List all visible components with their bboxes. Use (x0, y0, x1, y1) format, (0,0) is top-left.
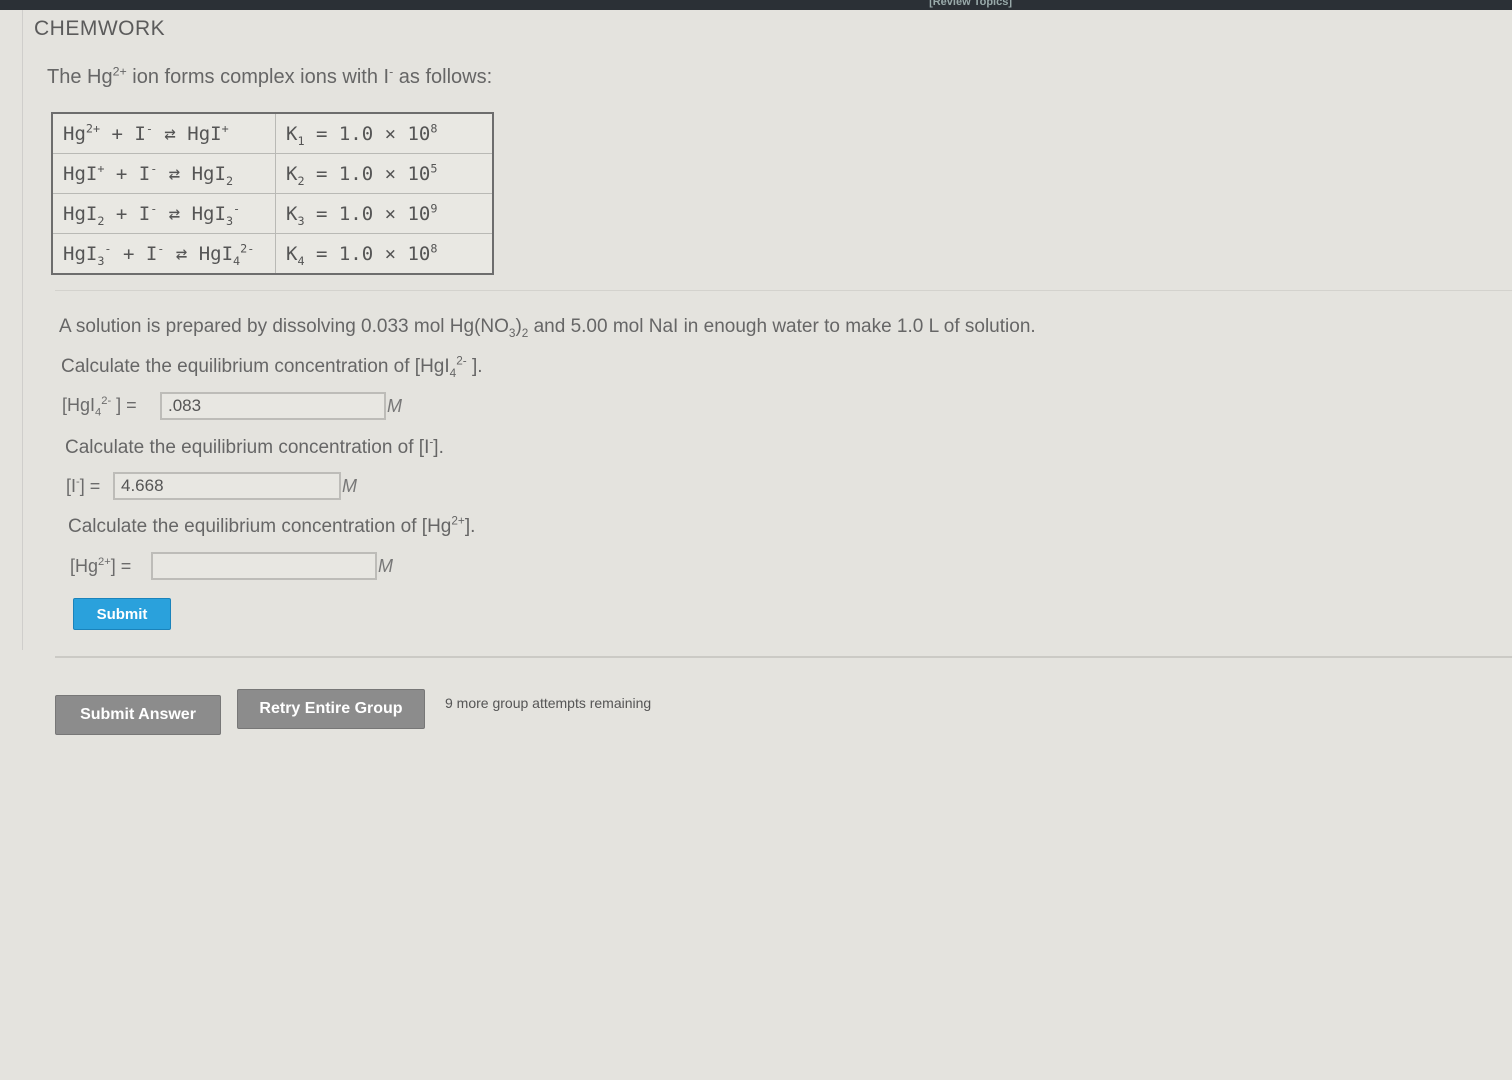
question-hg: Calculate the equilibrium concentration … (68, 514, 476, 537)
attempts-remaining: 9 more group attempts remaining (445, 695, 652, 711)
unit-label: M (387, 396, 402, 416)
table-row: HgI2 + I- ⇄ HgI3- K3 = 1.0 × 109 (51, 193, 494, 234)
answer-label-iodide: [I-] = (66, 476, 101, 496)
review-topics-link[interactable]: [Review Topics] (929, 0, 1012, 8)
top-bar: [Review Topics] (0, 0, 1512, 10)
table-row: HgI3- + I- ⇄ HgI42- K4 = 1.0 × 108 (51, 233, 494, 275)
question-hgi4: Calculate the equilibrium concentration … (61, 354, 483, 380)
reaction-cell: Hg2+ + I- ⇄ HgI+ (51, 112, 276, 154)
table-row: Hg2+ + I- ⇄ HgI+ K1 = 1.0 × 108 (51, 112, 494, 154)
k-cell: K3 = 1.0 × 109 (275, 193, 494, 234)
answer-label-hg: [Hg2+] = (70, 556, 132, 576)
page-title: CHEMWORK (34, 17, 166, 40)
reaction-cell: HgI3- + I- ⇄ HgI42- (51, 233, 276, 275)
answer-label-hgi4: [HgI42- ] = (62, 395, 137, 419)
reaction-cell: HgI+ + I- ⇄ HgI2 (51, 153, 276, 194)
intro-text: The Hg2+ ion forms complex ions with I- … (47, 64, 493, 88)
equilibria-table: Hg2+ + I- ⇄ HgI+ K1 = 1.0 × 108 HgI+ + I… (51, 112, 494, 275)
question-iodide: Calculate the equilibrium concentration … (65, 435, 444, 458)
retry-group-button[interactable]: Retry Entire Group (237, 689, 425, 729)
submit-answer-button[interactable]: Submit Answer (55, 695, 221, 735)
problem-statement: A solution is prepared by dissolving 0.0… (59, 316, 1036, 340)
k-cell: K1 = 1.0 × 108 (275, 112, 494, 154)
table-row: HgI+ + I- ⇄ HgI2 K2 = 1.0 × 105 (51, 153, 494, 194)
submit-button[interactable]: Submit (73, 598, 171, 630)
hgi4-answer-input[interactable] (160, 392, 386, 420)
unit-label: M (342, 476, 357, 496)
k-cell: K2 = 1.0 × 105 (275, 153, 494, 194)
hg-answer-input[interactable] (151, 552, 377, 580)
reaction-cell: HgI2 + I- ⇄ HgI3- (51, 193, 276, 234)
iodide-answer-input[interactable] (113, 472, 341, 500)
unit-label: M (378, 556, 393, 576)
k-cell: K4 = 1.0 × 108 (275, 233, 494, 275)
